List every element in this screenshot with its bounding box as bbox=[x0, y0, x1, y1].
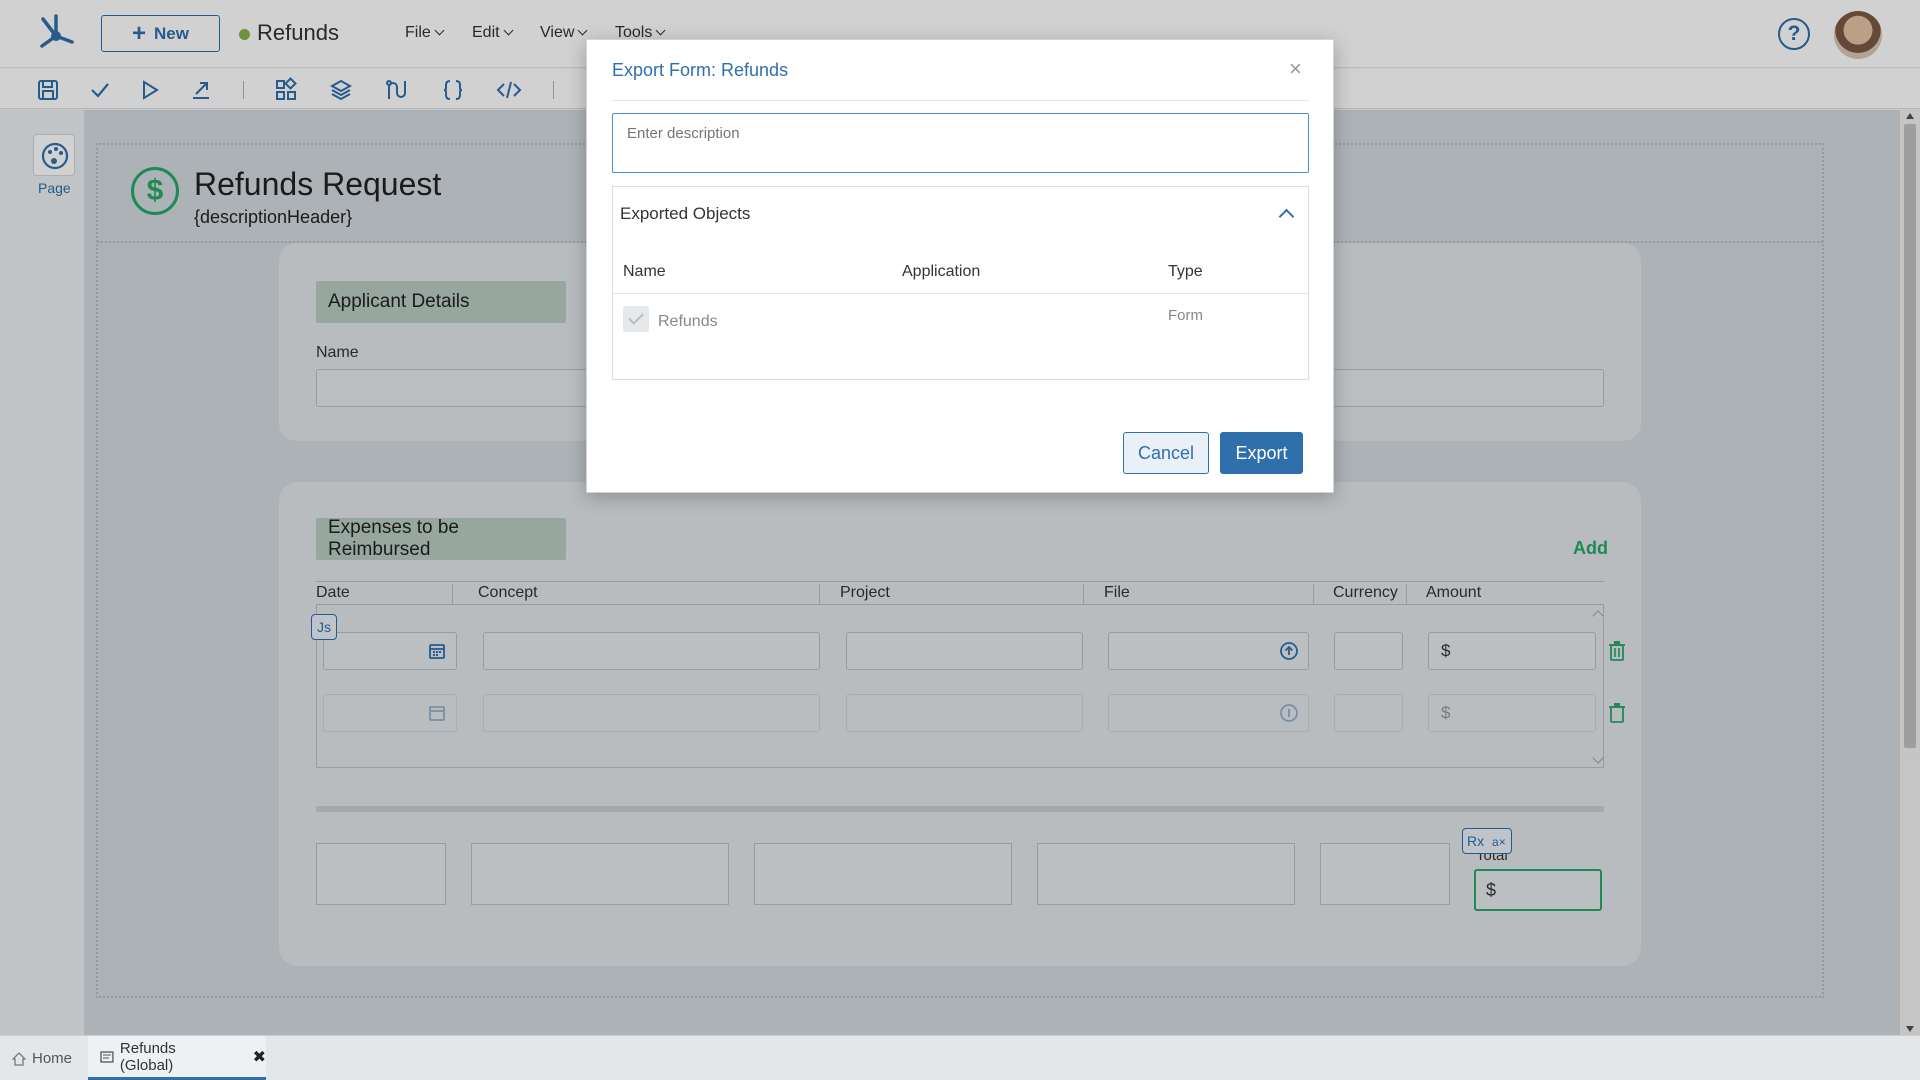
form-icon bbox=[100, 1050, 114, 1063]
object-name: Refunds bbox=[658, 313, 718, 330]
home-icon bbox=[12, 1051, 26, 1066]
close-tab-icon[interactable]: ✖ bbox=[253, 1047, 266, 1067]
tab-home[interactable]: Home bbox=[12, 1036, 86, 1080]
divider bbox=[613, 293, 1308, 294]
description-input[interactable] bbox=[612, 113, 1309, 173]
exported-objects-panel: Exported Objects Name Application Type R… bbox=[612, 186, 1309, 380]
tab-refunds-label: Refunds (Global) bbox=[119, 1039, 176, 1074]
exported-objects-title: Exported Objects bbox=[620, 204, 751, 223]
cancel-button[interactable]: Cancel bbox=[1123, 432, 1209, 474]
divider bbox=[612, 100, 1309, 101]
object-checkbox[interactable] bbox=[623, 306, 649, 332]
dialog-title: Export Form: Refunds bbox=[612, 60, 789, 80]
tab-refunds[interactable]: Refunds (Global) ✖ bbox=[88, 1036, 266, 1080]
bottom-tab-bar: Home Refunds (Global) ✖ bbox=[0, 1035, 1920, 1080]
object-type: Form bbox=[1168, 307, 1203, 324]
chevron-up-icon[interactable] bbox=[1278, 208, 1295, 225]
col-type: Type bbox=[1168, 263, 1203, 280]
export-button[interactable]: Export bbox=[1220, 432, 1303, 474]
col-application: Application bbox=[902, 263, 981, 280]
tab-home-label: Home bbox=[32, 1050, 73, 1067]
col-name: Name bbox=[623, 263, 666, 280]
export-form-dialog: Export Form: Refunds × Exported Objects … bbox=[586, 39, 1334, 493]
close-icon[interactable]: × bbox=[1289, 56, 1302, 82]
